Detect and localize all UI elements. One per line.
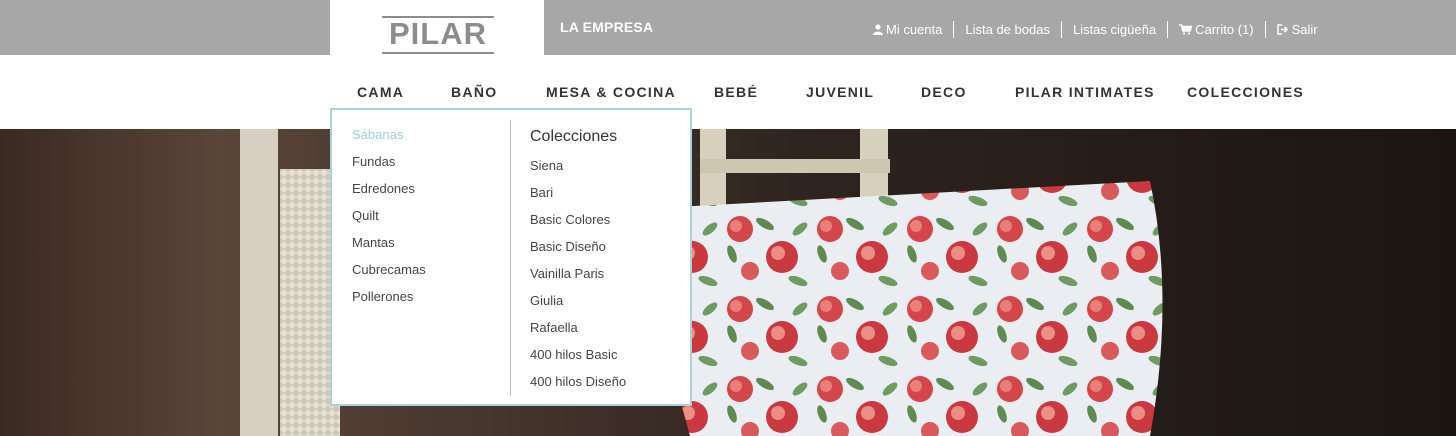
menu-item-mantas[interactable]: Mantas <box>352 234 426 261</box>
collection-item-siena[interactable]: Siena <box>530 157 626 184</box>
category-list: Sábanas Fundas Edredones Quilt Mantas Cu… <box>352 126 426 315</box>
brand-logo[interactable]: PILAR <box>382 16 494 54</box>
nav-item-bebe[interactable]: BEBÉ <box>714 84 758 100</box>
nav-item-juvenil[interactable]: JUVENIL <box>806 84 874 100</box>
collection-item-giulia[interactable]: Giulia <box>530 292 626 319</box>
menu-item-pollerones[interactable]: Pollerones <box>352 288 426 315</box>
collections-list: Colecciones Siena Bari Basic Colores Bas… <box>530 127 626 400</box>
cart-icon <box>1179 23 1193 35</box>
user-icon <box>873 23 883 35</box>
menu-item-cubrecamas[interactable]: Cubrecamas <box>352 261 426 288</box>
logout-link[interactable]: Salir <box>1276 21 1318 37</box>
logout-label: Salir <box>1291 21 1318 37</box>
collection-item-bari[interactable]: Bari <box>530 184 626 211</box>
baby-list-link[interactable]: Listas cigüeña <box>1073 22 1156 37</box>
logo-box[interactable]: PILAR <box>330 0 544 55</box>
util-divider <box>1060 20 1062 38</box>
utility-links: Mi cuenta Lista de bodas Listas cigüeña … <box>873 20 1318 38</box>
cart-link[interactable]: Carrito (1) <box>1179 22 1254 37</box>
my-account-link[interactable]: Mi cuenta <box>873 22 942 37</box>
logo-text: PILAR <box>389 16 487 51</box>
logo-bottom-rule <box>382 52 494 54</box>
top-bar: PILAR LA EMPRESA Mi cuenta Lista de boda… <box>0 0 1456 55</box>
wedding-list-link[interactable]: Lista de bodas <box>965 22 1050 37</box>
my-account-label: Mi cuenta <box>886 21 943 37</box>
collection-item-basic-diseno[interactable]: Basic Diseño <box>530 238 626 265</box>
util-divider <box>953 20 955 38</box>
dropdown-divider <box>510 120 511 396</box>
nav-item-mesa-cocina[interactable]: MESA & COCINA <box>546 84 676 100</box>
collection-item-basic-colores[interactable]: Basic Colores <box>530 211 626 238</box>
baby-list-label: Listas cigüeña <box>1072 21 1157 37</box>
sign-out-icon <box>1276 23 1289 35</box>
menu-item-fundas[interactable]: Fundas <box>352 153 426 180</box>
nav-item-colecciones[interactable]: COLECCIONES <box>1187 84 1304 100</box>
menu-item-edredones[interactable]: Edredones <box>352 180 426 207</box>
hero-image <box>0 129 1456 436</box>
menu-item-sabanas[interactable]: Sábanas <box>352 126 426 153</box>
util-divider <box>1264 20 1266 38</box>
cart-label: Carrito (1) <box>1195 21 1254 37</box>
collection-item-400-hilos-diseno[interactable]: 400 hilos Diseño <box>530 373 626 400</box>
collections-heading: Colecciones <box>530 128 618 145</box>
collection-item-rafaella[interactable]: Rafaella <box>530 319 626 346</box>
main-nav: CAMA BAÑO MESA & COCINA BEBÉ JUVENIL DEC… <box>0 55 1456 129</box>
la-empresa-link[interactable]: LA EMPRESA <box>560 19 653 35</box>
cama-dropdown-menu: Sábanas Fundas Edredones Quilt Mantas Cu… <box>330 108 692 406</box>
nav-item-deco[interactable]: DECO <box>921 84 967 100</box>
nav-item-bano[interactable]: BAÑO <box>451 84 497 100</box>
util-divider <box>1167 20 1169 38</box>
wedding-list-label: Lista de bodas <box>965 21 1050 37</box>
collection-item-vainilla-paris[interactable]: Vainilla Paris <box>530 265 626 292</box>
nav-item-cama[interactable]: CAMA <box>357 84 404 100</box>
menu-item-quilt[interactable]: Quilt <box>352 207 426 234</box>
hero-photo <box>0 129 1456 436</box>
collection-item-400-hilos-basic[interactable]: 400 hilos Basic <box>530 346 626 373</box>
nav-item-pilar-intimates[interactable]: PILAR INTIMATES <box>1015 84 1155 100</box>
